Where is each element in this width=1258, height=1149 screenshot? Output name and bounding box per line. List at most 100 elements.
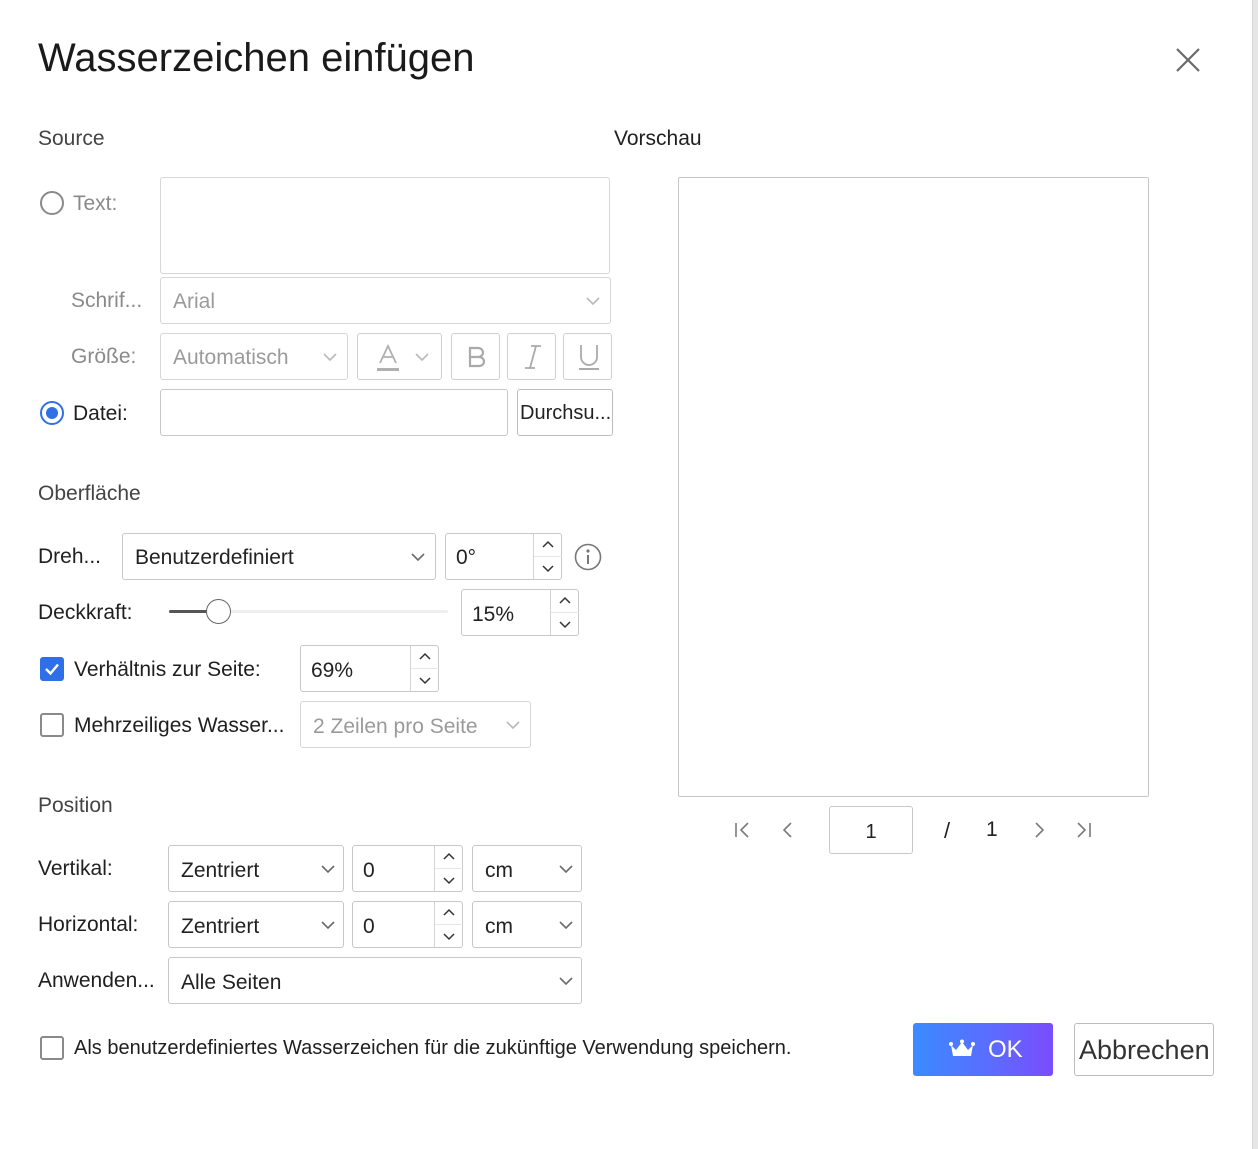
- size-label: Größe:: [71, 345, 137, 368]
- cancel-button-label: Abbrechen: [1079, 1035, 1210, 1065]
- vertical-offset-stepper[interactable]: 0: [352, 845, 463, 892]
- chevron-up-icon: [542, 540, 554, 548]
- next-page-icon[interactable]: [1027, 818, 1051, 842]
- chevron-down-icon: [506, 721, 520, 730]
- ok-button-label: OK: [988, 1036, 1023, 1063]
- text-radio[interactable]: [40, 191, 64, 215]
- underline-button[interactable]: [563, 333, 612, 380]
- browse-button[interactable]: Durchsu...: [517, 389, 613, 436]
- font-select[interactable]: Arial: [160, 277, 611, 324]
- multiline-select[interactable]: 2 Zeilen pro Seite: [300, 701, 531, 748]
- close-button[interactable]: [1168, 40, 1208, 80]
- close-icon: [1176, 48, 1200, 72]
- font-color-button[interactable]: [357, 333, 442, 380]
- total-pages: 1: [986, 818, 998, 841]
- page-separator: /: [944, 818, 951, 843]
- text-option-label: Text:: [73, 192, 118, 215]
- chevron-down-icon: [559, 621, 571, 628]
- decrement-button[interactable]: [435, 869, 463, 892]
- increment-button[interactable]: [435, 902, 463, 925]
- rotation-mode-select[interactable]: Benutzerdefiniert: [122, 533, 436, 580]
- page-number-value: 1: [865, 821, 877, 843]
- previous-page-icon[interactable]: [776, 818, 800, 842]
- bold-button[interactable]: [451, 333, 500, 380]
- file-option-label: Datei:: [73, 402, 128, 425]
- horizontal-unit-value: cm: [485, 915, 513, 938]
- page-ratio-checkbox[interactable]: [40, 657, 64, 681]
- crown-icon: [949, 1039, 975, 1056]
- checkmark-icon: [45, 663, 59, 676]
- horizontal-unit-select[interactable]: cm: [472, 901, 582, 948]
- page-number-input[interactable]: 1: [829, 806, 913, 854]
- last-page-icon[interactable]: [1072, 818, 1096, 842]
- vertical-align-select[interactable]: Zentriert: [168, 845, 344, 892]
- opacity-stepper[interactable]: 15%: [461, 589, 579, 636]
- horizontal-align-value: Zentriert: [181, 915, 260, 938]
- multiline-checkbox[interactable]: [40, 713, 64, 737]
- chevron-up-icon: [443, 852, 455, 860]
- page-ratio-stepper[interactable]: 69%: [300, 645, 439, 692]
- rotation-angle-value: 0°: [456, 546, 477, 569]
- vertical-unit-select[interactable]: cm: [472, 845, 582, 892]
- horizontal-offset-stepper[interactable]: 0: [352, 901, 463, 948]
- decrement-button[interactable]: [534, 557, 562, 580]
- chevron-down-icon: [321, 921, 335, 930]
- chevron-up-icon: [559, 596, 571, 604]
- chevron-down-icon: [443, 877, 455, 884]
- decrement-button[interactable]: [435, 925, 463, 948]
- preview-heading: Vorschau: [614, 127, 702, 150]
- increment-button[interactable]: [551, 590, 579, 613]
- page-ratio-value: 69%: [311, 659, 354, 682]
- watermark-text-input[interactable]: [160, 177, 610, 274]
- increment-button[interactable]: [534, 534, 562, 557]
- info-icon[interactable]: [573, 542, 603, 572]
- save-custom-checkbox[interactable]: [40, 1036, 64, 1060]
- file-path-input[interactable]: [160, 389, 508, 436]
- position-heading: Position: [38, 794, 113, 817]
- size-select-value: Automatisch: [173, 346, 289, 369]
- horizontal-offset-value: 0: [363, 915, 375, 938]
- cancel-button[interactable]: Abbrechen: [1074, 1023, 1214, 1076]
- horizontal-label: Horizontal:: [38, 913, 139, 936]
- horizontal-align-select[interactable]: Zentriert: [168, 901, 344, 948]
- ok-button[interactable]: OK: [913, 1023, 1053, 1076]
- chevron-down-icon: [559, 921, 573, 930]
- decrement-button[interactable]: [551, 613, 579, 636]
- first-page-icon[interactable]: [731, 818, 755, 842]
- vertical-label: Vertikal:: [38, 857, 113, 880]
- rotation-label: Dreh...: [38, 545, 102, 568]
- chevron-up-icon: [419, 652, 431, 660]
- apply-label: Anwenden...: [38, 969, 155, 992]
- opacity-slider[interactable]: [169, 598, 448, 626]
- insert-watermark-dialog: Wasserzeichen einfügen Source Text: Schr…: [0, 0, 1252, 1149]
- chevron-down-icon: [443, 933, 455, 940]
- italic-button[interactable]: [507, 333, 556, 380]
- chevron-up-icon: [443, 908, 455, 916]
- rotation-mode-value: Benutzerdefiniert: [135, 546, 294, 569]
- slider-handle[interactable]: [206, 599, 231, 624]
- window-edge: [1252, 0, 1258, 1149]
- appearance-heading: Oberfläche: [38, 482, 141, 505]
- opacity-value: 15%: [472, 603, 515, 626]
- page-ratio-label: Verhältnis zur Seite:: [74, 658, 261, 681]
- rotation-angle-stepper[interactable]: 0°: [445, 533, 562, 580]
- chevron-down-icon: [411, 553, 425, 562]
- vertical-unit-value: cm: [485, 859, 513, 882]
- increment-button[interactable]: [411, 646, 439, 669]
- chevron-down-icon: [542, 565, 554, 572]
- chevron-down-icon: [559, 977, 573, 986]
- save-custom-label: Als benutzerdefiniertes Wasserzeichen fü…: [74, 1037, 792, 1059]
- font-select-value: Arial: [173, 290, 216, 313]
- font-color-icon: [377, 343, 429, 371]
- browse-button-label: Durchsu...: [520, 402, 612, 424]
- chevron-down-icon: [586, 297, 600, 306]
- chevron-down-icon: [559, 865, 573, 874]
- decrement-button[interactable]: [411, 669, 439, 692]
- file-radio[interactable]: [40, 401, 64, 425]
- increment-button[interactable]: [435, 846, 463, 869]
- opacity-label: Deckkraft:: [38, 601, 133, 624]
- apply-pages-select[interactable]: Alle Seiten: [168, 957, 582, 1004]
- italic-icon: [525, 345, 541, 369]
- vertical-align-value: Zentriert: [181, 859, 260, 882]
- size-select[interactable]: Automatisch: [160, 333, 348, 380]
